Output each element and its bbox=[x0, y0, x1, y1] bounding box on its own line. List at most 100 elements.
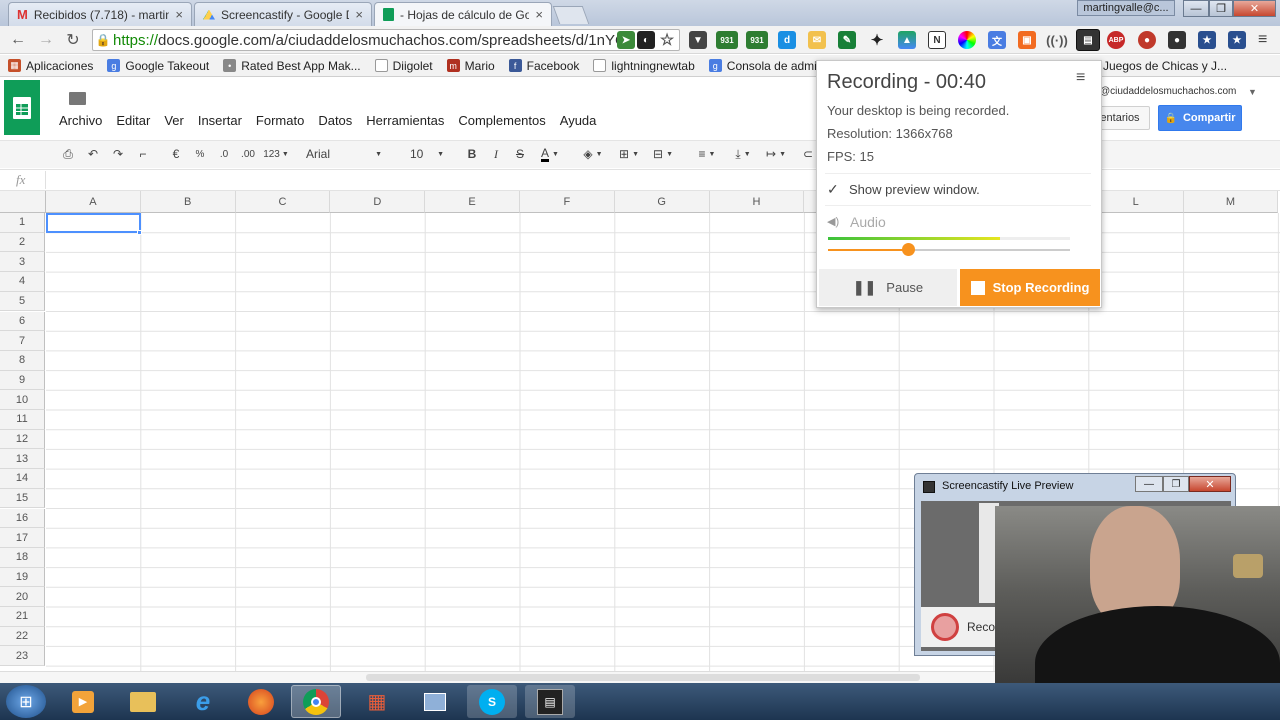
column-header[interactable]: G bbox=[614, 191, 710, 213]
percent-button[interactable]: % bbox=[190, 144, 210, 164]
column-header[interactable]: H bbox=[709, 191, 805, 213]
row-header[interactable]: 6 bbox=[0, 311, 45, 332]
chrome-icon[interactable] bbox=[291, 685, 341, 718]
extension-icon[interactable]: ✦ bbox=[868, 31, 886, 49]
menu-datos[interactable]: Datos bbox=[318, 113, 352, 128]
forward-icon[interactable]: → bbox=[36, 30, 56, 50]
chevron-down-icon[interactable]: ▼ bbox=[1248, 87, 1257, 97]
column-header[interactable]: M bbox=[1183, 191, 1279, 213]
window-icon[interactable] bbox=[410, 685, 460, 718]
cast-icon[interactable]: ((·)) bbox=[1046, 31, 1068, 49]
scrollbar-thumb[interactable] bbox=[366, 674, 920, 681]
new-tab-button[interactable] bbox=[552, 6, 590, 24]
extension-icon[interactable]: ◐ bbox=[637, 31, 655, 49]
star-extension-icon[interactable]: ★ bbox=[1198, 31, 1216, 49]
menu-ver[interactable]: Ver bbox=[164, 113, 184, 128]
borders-icon[interactable]: ⊞ ▼ bbox=[614, 144, 644, 164]
row-header[interactable]: 7 bbox=[0, 331, 45, 351]
close-tab-icon[interactable]: × bbox=[535, 7, 543, 22]
start-button[interactable]: ⊞ bbox=[6, 685, 46, 718]
menu-archivo[interactable]: Archivo bbox=[59, 113, 102, 128]
italic-button[interactable]: I bbox=[486, 144, 506, 164]
show-preview-label[interactable]: Show preview window. bbox=[849, 182, 980, 197]
menu-complementos[interactable]: Complementos bbox=[458, 113, 545, 128]
minimize-button[interactable]: — bbox=[1183, 0, 1209, 17]
stop-recording-button[interactable]: Stop Recording bbox=[960, 269, 1100, 306]
extension-icon[interactable]: d bbox=[778, 31, 796, 49]
maximize-button[interactable]: ❐ bbox=[1163, 476, 1189, 492]
column-header[interactable]: D bbox=[330, 191, 426, 213]
extension-badge-icon[interactable]: 931 bbox=[746, 31, 768, 49]
row-header[interactable]: 21 bbox=[0, 607, 45, 627]
row-header[interactable]: 19 bbox=[0, 567, 45, 588]
row-header[interactable]: 14 bbox=[0, 469, 45, 489]
profile-name[interactable]: martingvalle@c... bbox=[1077, 0, 1175, 16]
bookmark-item[interactable]: f Facebook bbox=[508, 59, 579, 73]
merge-cells-icon[interactable]: ⊟ ▼ bbox=[646, 144, 680, 164]
extension-icon[interactable]: ➤ bbox=[617, 31, 635, 49]
column-header[interactable]: C bbox=[235, 191, 331, 213]
extension-icon[interactable]: ● bbox=[1138, 31, 1156, 49]
extension-icon[interactable]: N bbox=[928, 31, 946, 49]
internet-explorer-icon[interactable]: e bbox=[178, 685, 228, 718]
audio-volume-slider[interactable] bbox=[828, 249, 1070, 251]
row-header[interactable]: 18 bbox=[0, 547, 45, 568]
redo-icon[interactable]: ↷ bbox=[108, 144, 128, 164]
skype-icon[interactable]: S bbox=[467, 685, 517, 718]
menu-herramientas[interactable]: Herramientas bbox=[366, 113, 444, 128]
text-wrap-icon[interactable]: ↦ ▼ bbox=[760, 144, 792, 164]
preview-record-button[interactable]: Reco bbox=[921, 607, 1001, 647]
apps-grid-icon[interactable]: ▦ bbox=[352, 685, 402, 718]
row-header[interactable]: 8 bbox=[0, 350, 45, 371]
firefox-icon[interactable] bbox=[236, 685, 286, 718]
bold-button[interactable]: B bbox=[462, 144, 482, 164]
strikethrough-button[interactable]: S bbox=[510, 144, 530, 164]
bookmark-item[interactable]: m Mario bbox=[446, 59, 495, 73]
sheets-logo[interactable] bbox=[4, 80, 40, 135]
row-header[interactable]: 2 bbox=[0, 232, 45, 253]
font-family-select[interactable]: Arial ▼ bbox=[300, 144, 388, 164]
extension-icon[interactable] bbox=[958, 31, 976, 49]
tab-gmail[interactable]: M Recibidos (7.718) - martin × bbox=[8, 2, 192, 26]
currency-button[interactable]: € bbox=[166, 144, 186, 164]
close-tab-icon[interactable]: × bbox=[175, 7, 183, 22]
text-color-button[interactable]: A ▼ bbox=[535, 144, 565, 164]
row-header[interactable]: 5 bbox=[0, 291, 45, 312]
menu-icon[interactable]: ≡ bbox=[1258, 31, 1267, 49]
address-bar[interactable]: 🔒 https:// docs.google.com/a/ciudaddelos… bbox=[92, 29, 680, 51]
fill-color-icon[interactable]: ◈ ▼ bbox=[578, 144, 608, 164]
bookmark-star-icon[interactable]: ☆ bbox=[658, 31, 676, 49]
row-header[interactable]: 10 bbox=[0, 390, 45, 410]
row-header[interactable]: 22 bbox=[0, 626, 45, 647]
number-format-button[interactable]: 123 ▼ bbox=[261, 144, 291, 164]
bookmark-item[interactable]: g Google Takeout bbox=[107, 59, 209, 73]
decrease-decimal-button[interactable]: .0 bbox=[214, 144, 234, 164]
row-header[interactable]: 13 bbox=[0, 449, 45, 470]
row-header[interactable]: 15 bbox=[0, 488, 45, 509]
folder-icon[interactable] bbox=[69, 92, 86, 105]
column-header[interactable]: F bbox=[520, 191, 615, 213]
file-explorer-icon[interactable] bbox=[118, 685, 168, 718]
insert-link-icon[interactable]: ⊂ bbox=[800, 144, 816, 164]
volume-slider-handle[interactable] bbox=[901, 243, 915, 256]
row-header[interactable]: 3 bbox=[0, 252, 45, 273]
row-header[interactable]: 23 bbox=[0, 646, 45, 667]
bookmark-item[interactable]: lightningnewtab bbox=[593, 59, 695, 73]
back-icon[interactable]: ← bbox=[8, 30, 28, 50]
bookmark-item[interactable]: Diigolet bbox=[374, 59, 433, 73]
increase-decimal-button[interactable]: .00 bbox=[237, 144, 259, 164]
bookmark-item[interactable]: Juegos de Chicas y J... bbox=[1103, 59, 1227, 73]
close-tab-icon[interactable]: × bbox=[355, 7, 363, 22]
row-header[interactable]: 12 bbox=[0, 429, 45, 450]
bookmark-item[interactable]: ▦ Aplicaciones bbox=[8, 59, 93, 73]
column-header[interactable]: E bbox=[425, 191, 520, 213]
pause-button[interactable]: ❚❚ Pause bbox=[819, 269, 957, 306]
menu-insertar[interactable]: Insertar bbox=[198, 113, 242, 128]
print-icon[interactable]: ⎙ bbox=[58, 144, 78, 164]
tab-sheets[interactable]: - Hojas de cálculo de Goo × bbox=[374, 2, 552, 26]
selected-cell-a1[interactable] bbox=[46, 213, 141, 233]
column-header[interactable]: L bbox=[1088, 191, 1184, 213]
fill-handle[interactable] bbox=[137, 230, 142, 235]
select-all-corner[interactable] bbox=[0, 191, 46, 213]
horizontal-align-icon[interactable]: ≡ ▼ bbox=[692, 144, 722, 164]
